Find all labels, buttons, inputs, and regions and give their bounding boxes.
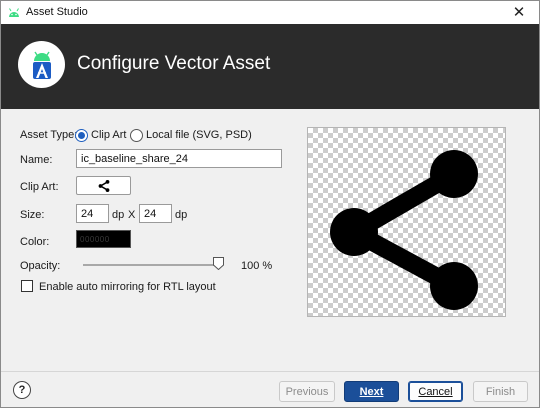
page-title: Configure Vector Asset [77,53,271,74]
width-unit-label: dp [112,209,125,221]
icon-preview [307,127,506,317]
clip-art-label: Clip Art: [20,181,59,193]
share-icon [330,150,478,310]
finish-button[interactable]: Finish [473,381,528,402]
size-separator: X [128,209,136,221]
button-bar: ? Previous Next Cancel Finish [1,371,539,407]
color-label: Color: [20,236,50,248]
asset-studio-window: Asset Studio ✕ Configure Vector Asset As… [0,0,540,408]
window-title: Asset Studio [26,6,88,18]
size-label: Size: [20,209,45,221]
cancel-button[interactable]: Cancel [408,381,463,402]
next-button[interactable]: Next [344,381,399,402]
clip-art-button[interactable] [76,176,131,195]
opacity-slider-track[interactable] [83,264,222,266]
opacity-label: Opacity: [20,260,61,272]
name-field[interactable]: ic_baseline_share_24 [76,149,282,168]
color-swatch[interactable]: 000000 [76,230,131,248]
title-bar: Asset Studio ✕ [1,1,539,24]
height-unit-label: dp [175,209,188,221]
asset-type-label: Asset Type: [20,129,78,141]
width-field[interactable]: 24 [76,204,109,223]
height-field[interactable]: 24 [139,204,172,223]
wizard-header: Configure Vector Asset [1,24,539,109]
name-label: Name: [20,154,53,166]
opacity-value: 100 % [241,260,273,272]
close-icon[interactable]: ✕ [509,2,529,22]
cancel-button-label: Cancel [418,385,453,398]
local-file-radio[interactable] [130,129,143,142]
rtl-mirroring-label[interactable]: Enable auto mirroring for RTL layout [39,281,216,293]
help-icon[interactable]: ? [13,381,31,399]
previous-button[interactable]: Previous [279,381,335,402]
next-button-label: Next [359,385,384,398]
opacity-slider-thumb[interactable] [213,257,224,270]
share-icon [98,179,109,192]
rtl-mirroring-checkbox[interactable] [21,280,33,292]
clip-art-radio-label[interactable]: Clip Art [91,129,126,141]
android-icon [9,8,19,17]
android-studio-logo-icon [18,41,65,88]
local-file-radio-label[interactable]: Local file (SVG, PSD) [146,129,252,141]
clip-art-radio[interactable] [75,129,88,142]
